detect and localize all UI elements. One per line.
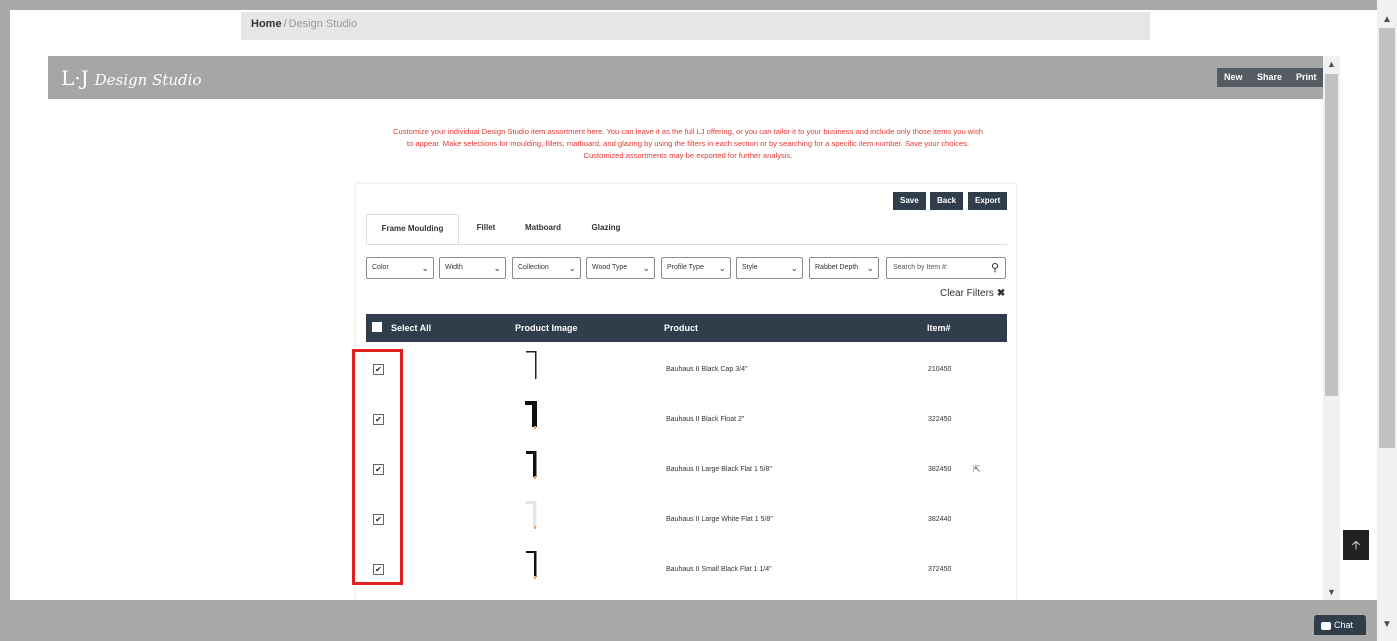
scroll-up-icon[interactable]: ▲: [1377, 10, 1397, 30]
wood-type-filter[interactable]: Wood Type ⌄: [586, 257, 655, 279]
print-button[interactable]: Print: [1289, 68, 1324, 87]
clear-filters-link[interactable]: Clear Filters ✖: [940, 288, 1005, 299]
intro-line-1: Customize your individual Design Studio …: [393, 127, 983, 136]
item-search-input[interactable]: Search by Item #: ⚲: [886, 257, 1006, 279]
scroll-down-icon[interactable]: ▼: [1377, 615, 1397, 635]
app-scrollbar-thumb[interactable]: [1325, 74, 1338, 396]
moulding-profile-image: [526, 501, 537, 529]
product-name: Bauhaus II Large Black Flat 1 5/8": [666, 466, 772, 473]
chevron-down-icon: ⌄: [790, 263, 798, 273]
wood-type-filter-label: Wood Type: [592, 264, 628, 271]
table-row: ✔ Bauhaus II Black Float 2" 322450: [366, 401, 1007, 461]
chevron-down-icon: ⌄: [642, 263, 650, 273]
table-row: ✔ Bauhaus II Black Cap 3/4" 210450: [366, 351, 1007, 411]
logo: L·J Design Studio: [61, 66, 201, 90]
intro-line-3: Customized assortments may be exported f…: [583, 151, 793, 160]
table-row: ✔ Bauhaus II Large White Flat 1 5/8" 382…: [366, 501, 1007, 561]
moulding-profile-image: [526, 451, 537, 479]
scroll-down-icon[interactable]: ▼: [1323, 584, 1340, 600]
style-filter[interactable]: Style ⌄: [736, 257, 803, 279]
save-button[interactable]: Save: [893, 192, 926, 210]
app-header: L·J Design Studio New Share Print: [48, 56, 1324, 99]
item-number-header: Item#: [927, 323, 951, 333]
profile-type-filter-label: Profile Type: [667, 264, 704, 271]
profile-type-filter[interactable]: Profile Type ⌄: [661, 257, 731, 279]
product-name: Bauhaus II Large White Flat 1 5/8": [666, 516, 773, 523]
checkbox-column-highlight: [352, 349, 403, 585]
select-all-label: Select All: [391, 323, 432, 333]
style-filter-label: Style: [742, 264, 758, 271]
scroll-up-icon[interactable]: ▲: [1323, 56, 1340, 72]
rabbet-depth-filter[interactable]: Rabbet Depth ⌄: [809, 257, 879, 279]
item-number: 382450: [928, 466, 952, 473]
color-filter-label: Color: [372, 264, 389, 271]
tab-fillet[interactable]: Fillet: [466, 214, 506, 244]
breadcrumb: Home / Design Studio: [241, 12, 1150, 40]
chat-icon: [1321, 621, 1331, 630]
table-header: Select All Product Image Product Item#: [366, 314, 1007, 342]
tab-matboard[interactable]: Matboard: [518, 214, 568, 244]
chevron-down-icon: ⌄: [866, 263, 874, 273]
product-name: Bauhaus II Black Cap 3/4": [666, 366, 748, 373]
close-icon: ✖: [996, 288, 1006, 299]
product-name: Bauhaus II Black Float 2": [666, 416, 745, 423]
chevron-down-icon: ⌄: [568, 263, 576, 273]
rabbet-depth-filter-label: Rabbet Depth: [815, 264, 859, 271]
export-button[interactable]: Export: [968, 192, 1008, 210]
item-number: 372450: [928, 566, 952, 573]
item-number: 210450: [928, 366, 952, 373]
app-scrollbar[interactable]: ▲ ▼: [1323, 56, 1340, 600]
item-number: 322450: [928, 416, 952, 423]
mouse-cursor-icon: ⇱: [973, 464, 981, 474]
item-number: 382440: [928, 516, 952, 523]
share-button[interactable]: Share: [1250, 68, 1290, 87]
footer-band: [10, 600, 1377, 635]
table-row: ✔ Bauhaus II Small Black Flat 1 1/4" 372…: [366, 551, 1007, 600]
tab-frame-moulding[interactable]: Frame Moulding: [366, 214, 459, 244]
collection-filter-label: Collection: [518, 264, 549, 271]
page-scrollbar[interactable]: ▲ ▼: [1377, 0, 1397, 641]
breadcrumb-current: Design Studio: [288, 18, 358, 30]
chevron-down-icon: ⌄: [718, 263, 726, 273]
logo-text: Design Studio: [94, 71, 202, 89]
collection-filter[interactable]: Collection ⌄: [512, 257, 581, 279]
design-studio-app: L·J Design Studio New Share Print ▲ ▼ Cus…: [48, 56, 1340, 600]
search-icon[interactable]: ⚲: [991, 258, 999, 278]
back-to-top-button[interactable]: 🡡: [1343, 530, 1369, 560]
color-filter[interactable]: Color ⌄: [366, 257, 434, 279]
back-button[interactable]: Back: [930, 192, 964, 210]
product-image-header: Product Image: [515, 323, 578, 333]
product-header: Product: [664, 323, 699, 333]
moulding-profile-image: [525, 401, 537, 429]
product-name: Bauhaus II Small Black Flat 1 1/4": [666, 566, 772, 573]
chevron-down-icon: ⌄: [493, 263, 501, 273]
breadcrumb-home-link[interactable]: Home: [251, 18, 282, 30]
assortment-panel: Save Back Export Frame Moulding Fillet M…: [356, 184, 1016, 600]
chat-label: Chat: [1334, 620, 1354, 630]
arrow-up-icon: 🡡: [1351, 538, 1361, 552]
category-tabs: Frame Moulding Fillet Matboard Glazing: [366, 214, 1007, 245]
tab-glazing[interactable]: Glazing: [584, 214, 628, 244]
page-scrollbar-thumb[interactable]: [1379, 28, 1395, 448]
page-container: Home / Design Studio L·J Design Studio New …: [10, 10, 1377, 600]
search-placeholder: Search by Item #:: [893, 264, 948, 271]
intro-text: Customize your individual Design Studio …: [368, 126, 1008, 162]
width-filter-label: Width: [445, 264, 463, 271]
width-filter[interactable]: Width ⌄: [439, 257, 506, 279]
new-button[interactable]: New: [1217, 68, 1250, 87]
intro-line-2: to appear. Make selections for moulding,…: [406, 139, 970, 148]
logo-mark: L·J: [61, 66, 89, 90]
moulding-profile-image: [526, 351, 537, 379]
select-all-checkbox[interactable]: [372, 322, 382, 332]
table-row: ✔ Bauhaus II Large Black Flat 1 5/8" 382…: [366, 451, 1007, 511]
chat-button[interactable]: Chat: [1314, 615, 1366, 635]
moulding-profile-image: [526, 551, 537, 579]
clear-filters-label: Clear Filters: [940, 288, 994, 299]
chevron-down-icon: ⌄: [421, 263, 429, 273]
breadcrumb-separator: /: [283, 18, 287, 30]
